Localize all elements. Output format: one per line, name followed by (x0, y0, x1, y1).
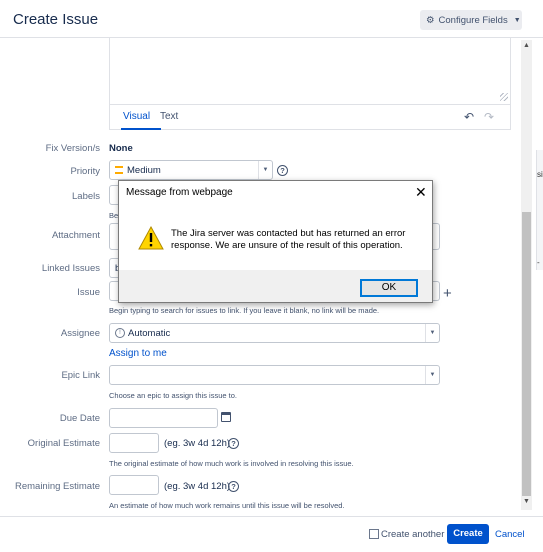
editor-mode-tabs: Visual Text ↶ ↷ (110, 104, 510, 130)
assignee-select[interactable]: ! Automatic ▼ (109, 323, 440, 343)
remaining-estimate-example: (eg. 3w 4d 12h) (164, 481, 231, 492)
scrollbar-thumb[interactable] (522, 212, 531, 496)
assign-to-me-link[interactable]: Assign to me (109, 348, 167, 359)
chevron-down-icon[interactable]: ▼ (425, 324, 439, 342)
fix-version-label: Fix Version/s (45, 143, 100, 154)
remaining-estimate-input[interactable] (109, 475, 159, 495)
dialog-header: Create Issue ⚙ Configure Fields ▼ (0, 0, 543, 38)
configure-fields-label: Configure Fields (438, 14, 508, 26)
original-estimate-input[interactable] (109, 433, 159, 453)
priority-select[interactable]: Medium ▼ (109, 160, 273, 180)
create-button[interactable]: Create (447, 524, 489, 544)
fix-version-value: None (109, 143, 133, 154)
create-another-label[interactable]: Create another (381, 529, 444, 540)
help-icon[interactable]: ? (228, 481, 239, 492)
priority-value: Medium (127, 165, 161, 176)
original-estimate-label: Original Estimate (27, 438, 100, 449)
epic-link-label: Epic Link (61, 370, 100, 381)
message-dialog: Message from webpage ✕ The Jira server w… (118, 180, 433, 303)
automatic-user-icon: ! (115, 328, 125, 338)
issue-label: Issue (77, 287, 100, 298)
message-dialog-footer: OK (119, 270, 432, 302)
original-estimate-hint: The original estimate of how much work i… (109, 459, 354, 468)
undo-icon[interactable]: ↶ (464, 110, 474, 124)
background-edge-text: si (537, 170, 543, 179)
chevron-down-icon[interactable]: ▼ (258, 161, 272, 179)
add-link-plus-icon[interactable]: + (443, 285, 452, 302)
configure-fields-button[interactable]: ⚙ Configure Fields ▼ (420, 10, 522, 30)
gear-icon: ⚙ (426, 14, 435, 26)
dialog-footer: Create another Create Cancel (0, 516, 543, 552)
priority-label: Priority (70, 166, 100, 177)
issue-hint: Begin typing to search for issues to lin… (109, 306, 380, 315)
due-date-input[interactable] (109, 408, 218, 428)
due-date-label: Due Date (59, 413, 100, 424)
caret-down-icon: ▼ (513, 16, 521, 24)
assignee-label: Assignee (60, 328, 100, 339)
description-editor[interactable]: Visual Text ↶ ↷ (109, 38, 511, 130)
warning-icon (138, 226, 164, 250)
scroll-up-arrow-icon[interactable]: ▲ (521, 40, 532, 52)
labels-label: Labels (72, 191, 100, 202)
tab-visual[interactable]: Visual (123, 111, 150, 122)
background-edge (536, 150, 543, 270)
help-icon[interactable]: ? (228, 438, 239, 449)
linked-issues-label: Linked Issues (41, 263, 100, 274)
redo-icon[interactable]: ↷ (484, 110, 494, 124)
message-dialog-text: The Jira server was contacted but has re… (171, 228, 406, 251)
original-estimate-example: (eg. 3w 4d 12h) (164, 438, 231, 449)
ok-button[interactable]: OK (360, 279, 418, 297)
close-icon[interactable]: ✕ (415, 184, 427, 201)
remaining-estimate-hint: An estimate of how much work remains unt… (109, 501, 345, 510)
resize-handle-icon[interactable] (500, 93, 508, 101)
create-another-checkbox[interactable] (369, 529, 379, 539)
remaining-estimate-label: Remaining Estimate (14, 481, 100, 492)
calendar-icon[interactable] (221, 412, 231, 422)
page-title: Create Issue (13, 11, 99, 28)
help-icon[interactable]: ? (277, 165, 288, 176)
labels-hint: Be (109, 211, 119, 220)
scroll-down-arrow-icon[interactable]: ▼ (521, 496, 532, 508)
chevron-down-icon[interactable]: ▼ (425, 366, 439, 384)
epic-link-select[interactable]: ▼ (109, 365, 440, 385)
assignee-value: Automatic (128, 328, 171, 339)
epic-link-hint: Choose an epic to assign this issue to. (109, 391, 237, 400)
cancel-link[interactable]: Cancel (495, 529, 525, 540)
active-tab-indicator (121, 128, 161, 130)
background-edge-text: - (537, 258, 540, 267)
priority-medium-icon (115, 166, 123, 174)
tab-text[interactable]: Text (160, 111, 178, 122)
message-dialog-title: Message from webpage (126, 187, 233, 198)
attachment-label: Attachment (51, 230, 100, 241)
